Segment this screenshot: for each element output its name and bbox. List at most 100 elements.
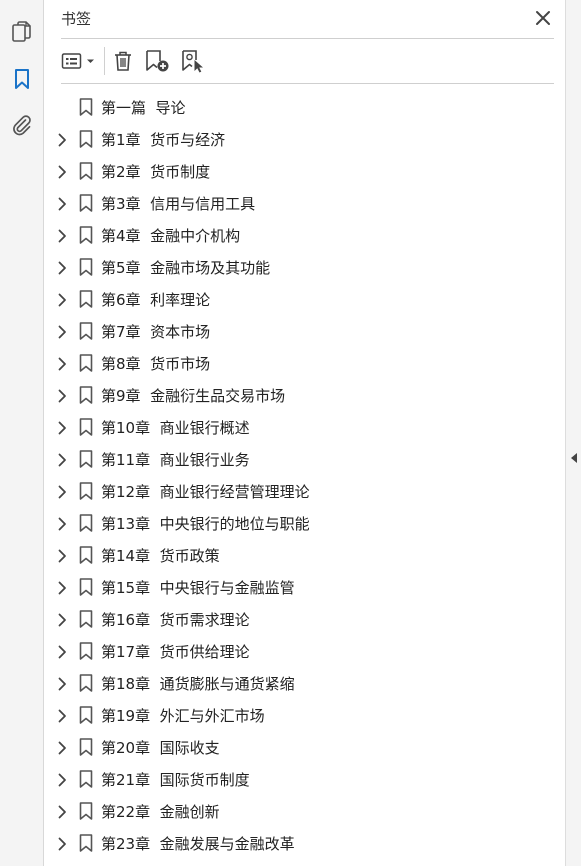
bookmark-label[interactable]: 第14章 货币政策 [101, 545, 220, 566]
chevron-right-icon[interactable] [57, 804, 67, 819]
close-icon[interactable] [534, 9, 552, 27]
bookmark-label[interactable]: 第8章 货币市场 [101, 353, 210, 374]
collapse-arrow-icon[interactable] [570, 449, 578, 468]
bookmark-item[interactable]: 第17章 货币供给理论 [45, 634, 565, 666]
chevron-right-icon[interactable] [57, 772, 67, 787]
chevron-right-icon[interactable] [57, 580, 67, 595]
chevron-right-icon[interactable] [57, 292, 67, 307]
bookmark-label[interactable]: 第17章 货币供给理论 [101, 641, 250, 662]
new-bookmark-icon[interactable] [145, 49, 171, 73]
attachment-icon[interactable] [10, 113, 34, 137]
chevron-right-icon[interactable] [57, 228, 67, 243]
bookmark-item[interactable]: 第14章 货币政策 [45, 538, 565, 570]
bookmark-icon [79, 802, 93, 820]
bookmark-item[interactable]: 第21章 国际货币制度 [45, 762, 565, 794]
bookmark-icon[interactable] [10, 67, 34, 91]
bookmark-icon [79, 770, 93, 788]
bookmarks-window: 书签 第一篇 导论 第1章 货币与经济 第2章 货币制度 第3章 信用与信用工具… [0, 0, 581, 866]
bookmark-item[interactable]: 第22章 金融创新 [45, 794, 565, 826]
bookmark-item[interactable]: 第7章 资本市场 [45, 314, 565, 346]
chevron-right-icon[interactable] [57, 356, 67, 371]
bookmark-icon [79, 386, 93, 404]
bookmark-item[interactable]: 第一篇 导论 [45, 90, 565, 122]
bookmark-label[interactable]: 第11章 商业银行业务 [101, 449, 250, 470]
chevron-right-icon[interactable] [57, 740, 67, 755]
bookmark-item[interactable]: 第12章 商业银行经营管理理论 [45, 474, 565, 506]
bookmark-label[interactable]: 第3章 信用与信用工具 [101, 193, 255, 214]
bookmark-item[interactable]: 第15章 中央银行与金融监管 [45, 570, 565, 602]
bookmark-icon [79, 98, 93, 116]
bookmark-item[interactable]: 第6章 利率理论 [45, 282, 565, 314]
bookmark-label[interactable]: 第19章 外汇与外汇市场 [101, 705, 265, 726]
bookmark-item[interactable]: 第16章 货币需求理论 [45, 602, 565, 634]
bookmark-label[interactable]: 第21章 国际货币制度 [101, 769, 250, 790]
delete-bookmark-icon[interactable] [113, 49, 133, 73]
bookmark-item[interactable]: 第13章 中央银行的地位与职能 [45, 506, 565, 538]
bookmark-label[interactable]: 第23章 金融发展与金融改革 [101, 833, 295, 854]
bookmark-item[interactable]: 第2章 货币制度 [45, 154, 565, 186]
chevron-right-icon[interactable] [57, 484, 67, 499]
bookmark-icon [79, 514, 93, 532]
bookmark-label[interactable]: 第10章 商业银行概述 [101, 417, 250, 438]
panel-header: 书签 [61, 0, 554, 39]
chevron-right-icon[interactable] [57, 260, 67, 275]
bookmark-label[interactable]: 第18章 通货膨胀与通货紧缩 [101, 673, 295, 694]
bookmark-item[interactable]: 第20章 国际收支 [45, 730, 565, 762]
chevron-right-icon[interactable] [57, 836, 67, 851]
bookmark-label[interactable]: 第5章 金融市场及其功能 [101, 257, 270, 278]
bookmark-label[interactable]: 第15章 中央银行与金融监管 [101, 577, 295, 598]
bookmark-label[interactable]: 第12章 商业银行经营管理理论 [101, 481, 310, 502]
bookmark-icon [79, 322, 93, 340]
bookmark-item[interactable]: 第5章 金融市场及其功能 [45, 250, 565, 282]
bookmark-item[interactable]: 第8章 货币市场 [45, 346, 565, 378]
bookmark-item[interactable]: 第4章 金融中介机构 [45, 218, 565, 250]
bookmark-icon [79, 578, 93, 596]
bookmark-label[interactable]: 第一篇 导论 [101, 97, 186, 118]
bookmark-icon [79, 290, 93, 308]
chevron-right-icon[interactable] [57, 164, 67, 179]
bookmark-item[interactable]: 第18章 通货膨胀与通货紧缩 [45, 666, 565, 698]
bookmark-label[interactable]: 第6章 利率理论 [101, 289, 210, 310]
bookmarks-panel: 书签 第一篇 导论 第1章 货币与经济 第2章 货币制度 第3章 信用与信用工具… [45, 0, 565, 866]
bookmark-label[interactable]: 第9章 金融衍生品交易市场 [101, 385, 285, 406]
toolbar-separator [104, 47, 105, 75]
chevron-right-icon[interactable] [57, 324, 67, 339]
bookmark-icon [79, 642, 93, 660]
bookmark-item[interactable]: 第9章 金融衍生品交易市场 [45, 378, 565, 410]
bookmark-icon [79, 482, 93, 500]
chevron-right-icon[interactable] [57, 612, 67, 627]
chevron-right-icon[interactable] [57, 132, 67, 147]
bookmark-item[interactable]: 第11章 商业银行业务 [45, 442, 565, 474]
navigation-rail [0, 0, 44, 866]
bookmark-label[interactable]: 第2章 货币制度 [101, 161, 210, 182]
bookmark-icon [79, 354, 93, 372]
chevron-right-icon[interactable] [57, 548, 67, 563]
chevron-right-icon[interactable] [57, 708, 67, 723]
chevron-right-icon[interactable] [57, 516, 67, 531]
bookmark-icon [79, 450, 93, 468]
options-menu-icon[interactable] [61, 49, 99, 73]
chevron-right-icon[interactable] [57, 452, 67, 467]
bookmark-label[interactable]: 第1章 货币与经济 [101, 129, 225, 150]
bookmark-item[interactable]: 第10章 商业银行概述 [45, 410, 565, 442]
new-bookmark-from-structure-icon[interactable] [181, 49, 207, 73]
chevron-right-icon[interactable] [57, 196, 67, 211]
bookmark-icon [79, 130, 93, 148]
bookmark-icon [79, 706, 93, 724]
pages-icon[interactable] [10, 20, 34, 44]
bookmark-label[interactable]: 第4章 金融中介机构 [101, 225, 240, 246]
chevron-right-icon[interactable] [57, 420, 67, 435]
chevron-right-icon[interactable] [57, 644, 67, 659]
bookmark-label[interactable]: 第20章 国际收支 [101, 737, 220, 758]
bookmark-label[interactable]: 第16章 货币需求理论 [101, 609, 250, 630]
bookmark-label[interactable]: 第13章 中央银行的地位与职能 [101, 513, 310, 534]
chevron-right-icon[interactable] [57, 676, 67, 691]
collapse-panel-handle[interactable] [565, 0, 581, 866]
bookmark-item[interactable]: 第23章 金融发展与金融改革 [45, 826, 565, 858]
bookmark-label[interactable]: 第22章 金融创新 [101, 801, 220, 822]
bookmark-item[interactable]: 第1章 货币与经济 [45, 122, 565, 154]
chevron-right-icon[interactable] [57, 388, 67, 403]
bookmark-item[interactable]: 第3章 信用与信用工具 [45, 186, 565, 218]
bookmark-item[interactable]: 第19章 外汇与外汇市场 [45, 698, 565, 730]
bookmark-label[interactable]: 第7章 资本市场 [101, 321, 210, 342]
